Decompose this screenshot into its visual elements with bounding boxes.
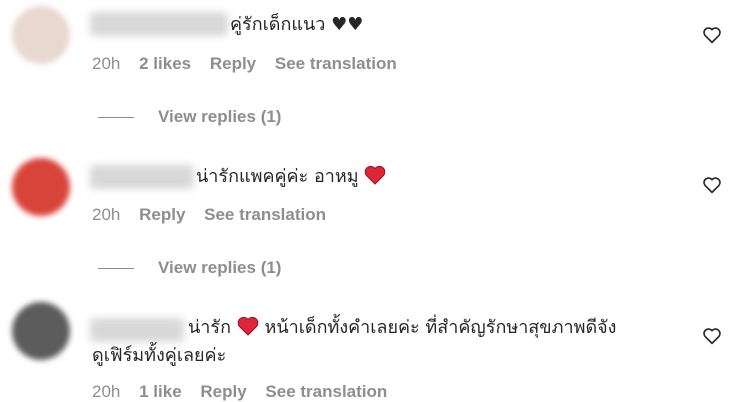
reply-button[interactable]: Reply xyxy=(200,382,246,401)
avatar[interactable] xyxy=(12,6,70,64)
view-replies-label: View replies (1) xyxy=(158,107,282,126)
comment-text: น่ารักแพคคู่ค่ะ อาหมู xyxy=(196,164,386,190)
view-replies-label: View replies (1) xyxy=(158,258,282,277)
see-translation-button[interactable]: See translation xyxy=(265,382,387,401)
see-translation-button[interactable]: See translation xyxy=(275,54,397,73)
comment-text: น่ารัก หน้าเด็กทั้งคำเลยค่ะ ที่สำคัญรักษ… xyxy=(188,315,616,341)
comment-meta: 20h 2 likes Reply See translation xyxy=(92,54,411,74)
comment-text-line2: ดูเฟิร์มทั้งคู่เลยค่ะ xyxy=(92,343,226,369)
likes-count-button[interactable]: 1 like xyxy=(139,382,182,401)
avatar[interactable] xyxy=(12,302,70,360)
comment-text-line2-content: ดูเฟิร์มทั้งคู่เลยค่ะ xyxy=(92,345,227,366)
comment-text: คู่รักเด็กแนว ♥♥ xyxy=(230,12,363,38)
replies-divider xyxy=(98,117,134,119)
reply-button[interactable]: Reply xyxy=(139,205,185,224)
view-replies-button[interactable]: View replies (1) xyxy=(98,258,281,278)
comment-text-content: คู่รักเด็กแนว ♥♥ xyxy=(230,14,364,35)
comment-text-content: น่ารัก xyxy=(188,317,231,338)
comment-time: 20h xyxy=(92,382,121,401)
view-replies-button[interactable]: View replies (1) xyxy=(98,107,281,127)
red-heart-emoji-icon xyxy=(365,166,386,185)
comment-meta: 20h Reply See translation xyxy=(92,205,340,225)
heart-outline-icon[interactable] xyxy=(702,327,722,345)
heart-outline-icon[interactable] xyxy=(702,176,722,194)
heart-outline-icon[interactable] xyxy=(702,26,722,44)
red-heart-emoji-icon xyxy=(237,317,259,336)
reply-button[interactable]: Reply xyxy=(210,54,256,73)
username-redacted[interactable] xyxy=(90,165,194,189)
replies-divider xyxy=(98,268,134,270)
comment-meta: 20h 1 like Reply See translation xyxy=(92,382,401,402)
comment-time: 20h xyxy=(92,54,121,73)
username-redacted[interactable] xyxy=(90,12,228,36)
comment-time: 20h xyxy=(92,205,121,224)
likes-count-button[interactable]: 2 likes xyxy=(139,54,191,73)
see-translation-button[interactable]: See translation xyxy=(204,205,326,224)
avatar[interactable] xyxy=(12,158,70,216)
comment-text-continuation: หน้าเด็กทั้งคำเลยค่ะ ที่สำคัญรักษาสุขภาพ… xyxy=(264,317,617,338)
username-redacted[interactable] xyxy=(90,318,184,342)
comment-text-content: น่ารักแพคคู่ค่ะ อาหมู xyxy=(196,166,359,187)
